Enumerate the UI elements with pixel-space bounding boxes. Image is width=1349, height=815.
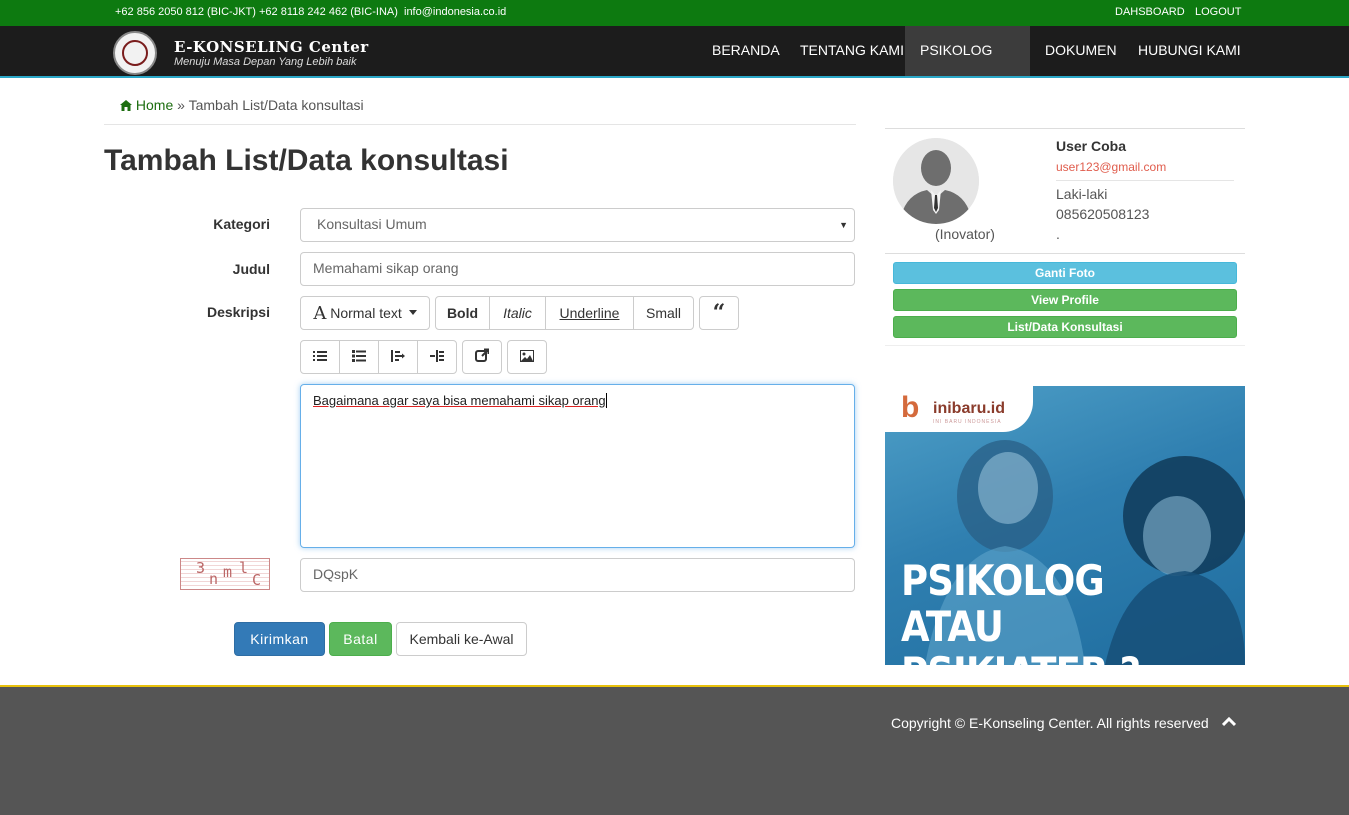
deskripsi-label: Deskripsi bbox=[206, 304, 270, 320]
divider bbox=[885, 128, 1245, 129]
bold-label: Bold bbox=[446, 305, 479, 321]
captcha-char: n bbox=[209, 570, 218, 588]
user-extra: . bbox=[1056, 226, 1060, 242]
divider bbox=[885, 345, 1245, 346]
top-contact-bar: +62 856 2050 812 (BIC-JKT) +62 8118 242 … bbox=[0, 0, 1349, 26]
indent-icon[interactable] bbox=[417, 340, 457, 374]
phone-jkt: +62 856 2050 812 (BIC-JKT) bbox=[115, 6, 256, 18]
redo-icon[interactable] bbox=[462, 340, 502, 374]
scroll-top-icon[interactable] bbox=[1222, 717, 1236, 727]
ad-headline: PSIKOLOG ATAU PSIKIATER ? bbox=[901, 556, 1204, 666]
logout-link[interactable]: LOGOUT bbox=[1195, 6, 1241, 18]
user-phone: 085620508123 bbox=[1056, 206, 1150, 222]
user-role: (Inovator) bbox=[935, 226, 995, 242]
ad-logo-icon: b bbox=[901, 391, 920, 424]
nav-beranda-label: BERANDA bbox=[712, 42, 780, 58]
cancel-button[interactable]: Batal bbox=[329, 622, 392, 656]
description-editor[interactable]: Bagaimana agar saya bisa memahami sikap … bbox=[300, 384, 855, 548]
footer: Copyright © E-Konseling Center. All righ… bbox=[0, 685, 1349, 815]
divider bbox=[104, 124, 856, 125]
breadcrumb-home[interactable]: Home bbox=[136, 97, 173, 113]
phone-ina: +62 8118 242 462 (BIC-INA) bbox=[259, 6, 398, 18]
ganti-foto-button[interactable]: Ganti Foto bbox=[893, 262, 1237, 284]
breadcrumb: Home » Tambah List/Data konsultasi bbox=[120, 97, 364, 113]
ad-headline-line1: PSIKOLOG bbox=[901, 556, 1105, 605]
copyright-text: Copyright © E-Konseling Center. All righ… bbox=[891, 715, 1209, 731]
small-button[interactable]: Small bbox=[633, 296, 694, 330]
dashboard-link[interactable]: DAHSBOARD bbox=[1115, 6, 1185, 18]
font-icon: A bbox=[313, 303, 327, 324]
captcha-input[interactable]: DQspK bbox=[300, 558, 855, 592]
select-arrow-icon: ▼ bbox=[839, 220, 848, 230]
ad-brand-sub: INI BARU INDONESIA bbox=[933, 419, 1002, 425]
user-silhouette-icon bbox=[893, 138, 979, 224]
ad-brand: inibaru.id bbox=[933, 400, 1005, 417]
avatar bbox=[893, 138, 979, 224]
submit-button[interactable]: Kirimkan bbox=[234, 622, 325, 656]
caret-down-icon bbox=[408, 310, 417, 315]
breadcrumb-separator: » bbox=[177, 97, 185, 113]
ad-banner[interactable]: b inibaru.id INI BARU INDONESIA PSIKOLOG… bbox=[885, 386, 1245, 665]
captcha-char: C bbox=[252, 571, 261, 589]
contact-email: info@indonesia.co.id bbox=[404, 6, 507, 18]
kategori-label: Kategori bbox=[213, 216, 270, 232]
breadcrumb-current: Tambah List/Data konsultasi bbox=[188, 97, 364, 113]
divider bbox=[1056, 180, 1234, 181]
nav-hubungi-kami-label: HUBUNGI KAMI bbox=[1138, 42, 1241, 58]
small-label: Small bbox=[645, 305, 681, 321]
judul-input[interactable]: Memahami sikap orang bbox=[300, 252, 855, 286]
captcha-image: 3 n m l C bbox=[180, 558, 270, 590]
underline-label: Underline bbox=[559, 305, 620, 321]
captcha-char: 3 bbox=[196, 559, 205, 577]
nav-hubungi-kami[interactable]: HUBUNGI KAMI bbox=[1123, 26, 1256, 76]
back-button[interactable]: Kembali ke-Awal bbox=[396, 622, 527, 656]
underline-button[interactable]: Underline bbox=[545, 296, 634, 330]
text-cursor bbox=[605, 393, 607, 408]
kategori-select[interactable]: Konsultasi Umum ▼ bbox=[300, 208, 855, 242]
italic-button[interactable]: Italic bbox=[489, 296, 546, 330]
nav-tentang-kami-label: TENTANG KAMI bbox=[800, 42, 904, 58]
unordered-list-icon[interactable] bbox=[300, 340, 340, 374]
logo-emblem-icon bbox=[122, 40, 148, 66]
editor-text: Bagaimana agar saya bisa memahami sikap … bbox=[313, 393, 606, 408]
user-email[interactable]: user123@gmail.com bbox=[1056, 160, 1166, 174]
judul-label: Judul bbox=[232, 261, 270, 277]
kategori-value: Konsultasi Umum bbox=[317, 216, 427, 232]
user-name: User Coba bbox=[1056, 138, 1127, 154]
font-style-dropdown[interactable]: A Normal text bbox=[300, 296, 430, 330]
judul-value: Memahami sikap orang bbox=[313, 260, 459, 276]
captcha-char: l bbox=[239, 559, 248, 577]
site-brand[interactable]: E-KONSELING Center bbox=[174, 38, 369, 56]
font-style-label: Normal text bbox=[330, 305, 402, 321]
divider bbox=[885, 253, 1245, 254]
site-tagline: Menuju Masa Depan Yang Lebih baik bbox=[174, 56, 357, 68]
nav-beranda[interactable]: BERANDA bbox=[697, 26, 795, 76]
nav-dokumen-label: DOKUMEN bbox=[1045, 42, 1117, 58]
user-gender: Laki-laki bbox=[1056, 186, 1108, 202]
outdent-icon[interactable] bbox=[378, 340, 418, 374]
captcha-char: m bbox=[223, 563, 232, 581]
main-navbar: E-KONSELING Center Menuju Masa Depan Yan… bbox=[0, 26, 1349, 106]
ad-logo: b inibaru.id INI BARU INDONESIA bbox=[885, 386, 1033, 432]
italic-label: Italic bbox=[503, 305, 532, 321]
nav-psikolog-kami-label: PSIKOLOG KAMI bbox=[920, 42, 993, 106]
home-icon[interactable] bbox=[120, 97, 136, 113]
blockquote-icon[interactable]: “ bbox=[699, 296, 739, 330]
ordered-list-icon[interactable] bbox=[339, 340, 379, 374]
nav-psikolog-kami[interactable]: PSIKOLOG KAMI bbox=[905, 26, 1030, 106]
nav-dokumen[interactable]: DOKUMEN bbox=[1030, 26, 1132, 76]
view-profile-button[interactable]: View Profile bbox=[893, 289, 1237, 311]
page-title: Tambah List/Data konsultasi bbox=[104, 144, 509, 177]
bold-button[interactable]: Bold bbox=[435, 296, 490, 330]
list-data-konsultasi-button[interactable]: List/Data Konsultasi bbox=[893, 316, 1237, 338]
ad-headline-line2: ATAU PSIKIATER ? bbox=[901, 602, 1141, 666]
captcha-value: DQspK bbox=[313, 566, 359, 582]
image-icon[interactable] bbox=[507, 340, 547, 374]
site-logo[interactable] bbox=[113, 31, 157, 75]
